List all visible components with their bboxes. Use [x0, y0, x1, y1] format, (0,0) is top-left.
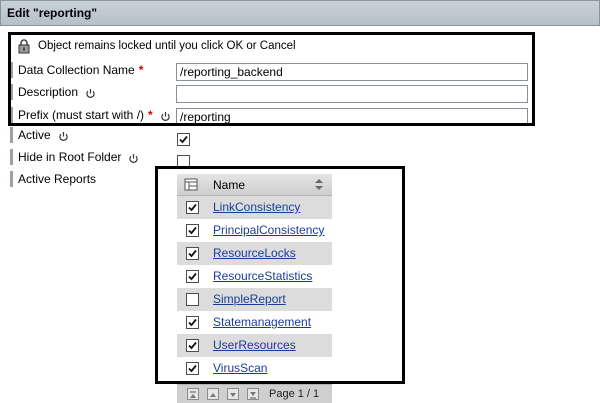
power-info-icon[interactable]	[160, 110, 171, 121]
hide-in-root-folder-label-text: Hide in Root Folder	[18, 150, 122, 164]
table-row: SimpleReport	[177, 288, 332, 311]
lock-icon	[16, 38, 32, 54]
power-info-icon[interactable]	[128, 152, 139, 163]
lock-notice-text: Object remains locked until you click OK…	[38, 40, 296, 52]
table-row: VirusScan	[177, 357, 332, 380]
report-checkbox[interactable]	[186, 293, 199, 306]
check-icon	[188, 318, 197, 327]
report-link[interactable]: UserResources	[213, 338, 296, 352]
report-checkbox[interactable]	[186, 270, 199, 283]
table-body: LinkConsistency PrincipalConsistency Resou…	[177, 196, 332, 380]
required-marker: *	[138, 63, 144, 77]
description-input[interactable]	[176, 85, 528, 103]
table-pager: Page 1 / 1	[177, 384, 332, 403]
data-collection-name-label: Data Collection Name *	[10, 62, 143, 78]
report-checkbox[interactable]	[186, 339, 199, 352]
next-page-icon[interactable]	[227, 388, 239, 400]
page-indicator: Page 1 / 1	[269, 388, 320, 400]
check-icon	[188, 272, 197, 281]
check-icon	[179, 135, 188, 144]
check-icon	[188, 341, 197, 350]
description-label-text: Description	[18, 85, 79, 99]
dialog-title: Edit "reporting"	[7, 6, 98, 20]
report-checkbox[interactable]	[186, 247, 199, 260]
report-checkbox[interactable]	[186, 362, 199, 375]
report-checkbox[interactable]	[186, 316, 199, 329]
first-page-icon[interactable]	[187, 388, 199, 400]
hide-in-root-folder-checkbox[interactable]	[177, 155, 190, 168]
dialog-title-bar: Edit "reporting"	[0, 0, 600, 26]
report-link[interactable]: ResourceLocks	[213, 246, 296, 260]
last-page-icon[interactable]	[247, 388, 259, 400]
report-link[interactable]: VirusScan	[213, 361, 267, 375]
active-reports-label: Active Reports	[10, 171, 96, 187]
prefix-label-text: Prefix (must start with /)	[18, 108, 145, 122]
table-row: Statemanagement	[177, 311, 332, 334]
column-header-name[interactable]: Name	[213, 178, 245, 192]
prefix-input[interactable]	[176, 108, 528, 126]
check-icon	[188, 226, 197, 235]
table-row: ResourceLocks	[177, 242, 332, 265]
data-collection-name-label-text: Data Collection Name	[18, 63, 135, 77]
required-marker: *	[148, 108, 153, 122]
table-header: Name	[177, 174, 332, 196]
table-row: UserResources	[177, 334, 332, 357]
active-label-text: Active	[18, 128, 51, 142]
active-reports-label-text: Active Reports	[18, 172, 97, 186]
active-checkbox[interactable]	[177, 133, 190, 146]
lock-notice: Object remains locked until you click OK…	[16, 38, 296, 54]
table-row: PrincipalConsistency	[177, 219, 332, 242]
report-link[interactable]: SimpleReport	[213, 292, 286, 306]
table-row: ResourceStatistics	[177, 265, 332, 288]
active-label: Active	[10, 127, 69, 143]
check-icon	[188, 249, 197, 258]
power-info-icon[interactable]	[85, 87, 96, 98]
report-link[interactable]: PrincipalConsistency	[213, 223, 324, 237]
table-row: LinkConsistency	[177, 196, 332, 219]
report-link[interactable]: Statemanagement	[213, 315, 311, 329]
sort-icon[interactable]	[314, 178, 324, 191]
description-label: Description	[10, 84, 96, 100]
report-link[interactable]: LinkConsistency	[213, 200, 300, 214]
hide-in-root-folder-label: Hide in Root Folder	[10, 149, 139, 165]
check-icon	[188, 364, 197, 373]
report-checkbox[interactable]	[186, 224, 199, 237]
check-icon	[188, 203, 197, 212]
data-collection-name-input[interactable]	[176, 63, 528, 81]
report-checkbox[interactable]	[186, 201, 199, 214]
active-reports-table: Name LinkConsistency PrincipalConsistency…	[177, 174, 332, 380]
report-link[interactable]: ResourceStatistics	[213, 269, 312, 283]
previous-page-icon[interactable]	[207, 388, 219, 400]
column-select-icon[interactable]	[184, 178, 198, 191]
prefix-label: Prefix (must start with /) *	[10, 107, 171, 123]
power-info-icon[interactable]	[58, 130, 69, 141]
